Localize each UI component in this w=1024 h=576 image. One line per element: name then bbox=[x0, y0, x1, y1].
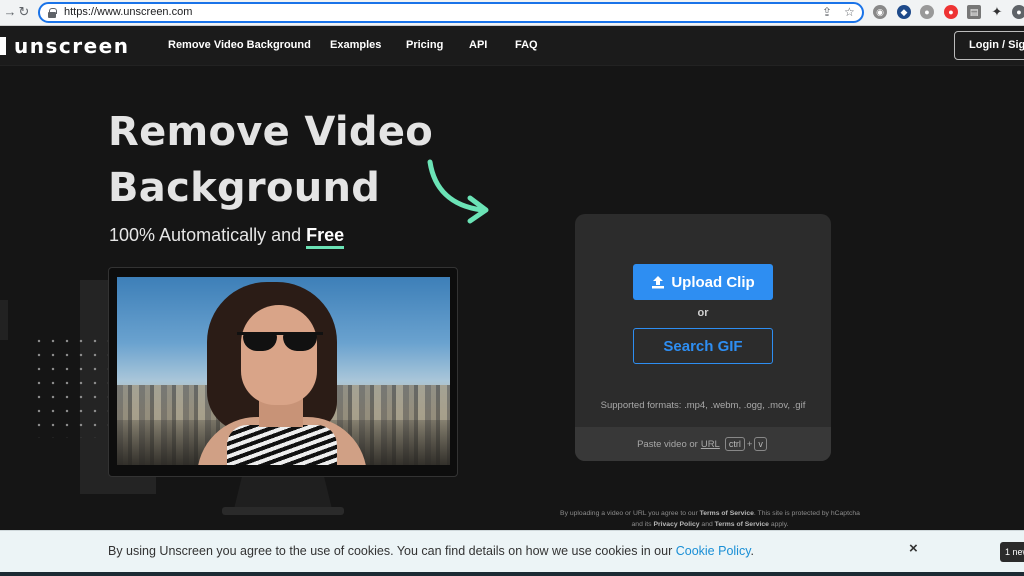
lock-icon bbox=[48, 8, 57, 18]
upload-icon bbox=[652, 276, 665, 289]
upload-clip-label: Upload Clip bbox=[671, 273, 755, 291]
privacy-policy-link[interactable]: Privacy Policy bbox=[653, 521, 699, 528]
logo-text: unscreen bbox=[14, 34, 130, 58]
nav-examples[interactable]: Examples bbox=[330, 39, 381, 51]
terms-of-service-link[interactable]: Terms of Service bbox=[700, 510, 754, 517]
extension-icon[interactable]: ● bbox=[920, 5, 934, 19]
or-separator: or bbox=[697, 307, 709, 319]
extension-icon[interactable]: ● bbox=[944, 5, 958, 19]
terms-text: apply. bbox=[768, 521, 789, 528]
decorative-dots bbox=[32, 334, 108, 438]
share-icon[interactable]: ⇪ bbox=[822, 5, 832, 19]
terms-of-service-link[interactable]: Terms of Service bbox=[715, 521, 769, 528]
camera-extension-icon[interactable]: ◉ bbox=[873, 5, 887, 19]
close-icon[interactable]: × bbox=[909, 540, 918, 557]
person-striped-top bbox=[227, 425, 337, 465]
ctrl-key: ctrl bbox=[724, 437, 745, 451]
logo[interactable]: unscreen bbox=[0, 32, 129, 60]
bookmark-star-icon[interactable]: ☆ bbox=[844, 5, 855, 19]
terms-notice: By uploading a video or URL you agree to… bbox=[560, 508, 860, 530]
person-face bbox=[241, 305, 317, 405]
logo-mark-icon bbox=[0, 37, 6, 55]
cookie-message: By using Unscreen you agree to the use o… bbox=[108, 544, 754, 558]
subtitle-text: 100% Automatically and bbox=[109, 225, 307, 245]
demo-video[interactable] bbox=[117, 277, 450, 465]
paste-text: Paste video or bbox=[637, 438, 698, 450]
v-key: v bbox=[754, 437, 767, 451]
profile-icon[interactable]: ● bbox=[1012, 5, 1024, 19]
supported-formats: Supported formats: .mp4, .webm, .ogg, .m… bbox=[600, 400, 806, 411]
title-line-1: Remove Video bbox=[108, 109, 434, 155]
paste-url-link[interactable]: URL bbox=[701, 439, 720, 450]
page-title: Remove Video Background bbox=[108, 104, 433, 216]
subtitle-highlight: Free bbox=[306, 225, 345, 249]
decorative-strip bbox=[0, 300, 8, 340]
url-text: https://www.unscreen.com bbox=[64, 6, 193, 18]
extension-icon[interactable]: ◆ bbox=[897, 5, 911, 19]
cookie-text: By using Unscreen you agree to the use o… bbox=[108, 544, 676, 558]
nav-pricing[interactable]: Pricing bbox=[406, 39, 443, 51]
nav-remove-video-background[interactable]: Remove Video Background bbox=[168, 39, 311, 51]
nav-faq[interactable]: FAQ bbox=[515, 39, 538, 51]
puzzle-extensions-icon[interactable]: ✦ bbox=[990, 5, 1004, 19]
notification-badge[interactable]: 1 new bbox=[1000, 542, 1024, 562]
monitor-stand bbox=[234, 477, 332, 509]
curved-arrow-icon bbox=[427, 159, 489, 224]
address-bar[interactable]: https://www.unscreen.com ⇪ ☆ bbox=[38, 2, 864, 23]
taskbar bbox=[0, 572, 1024, 576]
cookie-policy-link[interactable]: Cookie Policy bbox=[676, 544, 751, 558]
browser-toolbar: → ↻ https://www.unscreen.com ⇪ ☆ ◉ ◆ ● ●… bbox=[0, 0, 1024, 26]
nav-api[interactable]: API bbox=[469, 39, 487, 51]
terms-text: and bbox=[699, 521, 715, 528]
reload-icon[interactable]: ↻ bbox=[16, 4, 32, 20]
plus-sign: + bbox=[746, 438, 753, 450]
title-line-2: Background bbox=[108, 165, 381, 211]
search-gif-button[interactable]: Search GIF bbox=[633, 328, 773, 364]
demo-monitor bbox=[108, 267, 458, 477]
site-header: unscreen Remove Video Background Example… bbox=[0, 26, 1024, 66]
extension-icon[interactable]: ▤ bbox=[967, 5, 981, 19]
login-button[interactable]: Login / Sign bbox=[954, 31, 1024, 60]
monitor-base bbox=[222, 507, 344, 515]
subtitle: 100% Automatically and Free bbox=[109, 225, 345, 249]
paste-bar: Paste video or URL ctrl + v bbox=[575, 427, 831, 461]
terms-text: By uploading a video or URL you agree to… bbox=[560, 510, 700, 517]
cookie-banner: By using Unscreen you agree to the use o… bbox=[0, 530, 1024, 576]
cookie-text-end: . bbox=[750, 544, 755, 558]
upload-clip-button[interactable]: Upload Clip bbox=[633, 264, 773, 300]
sunglasses-icon bbox=[237, 331, 323, 351]
upload-card: Upload Clip or Search GIF Supported form… bbox=[575, 214, 831, 461]
